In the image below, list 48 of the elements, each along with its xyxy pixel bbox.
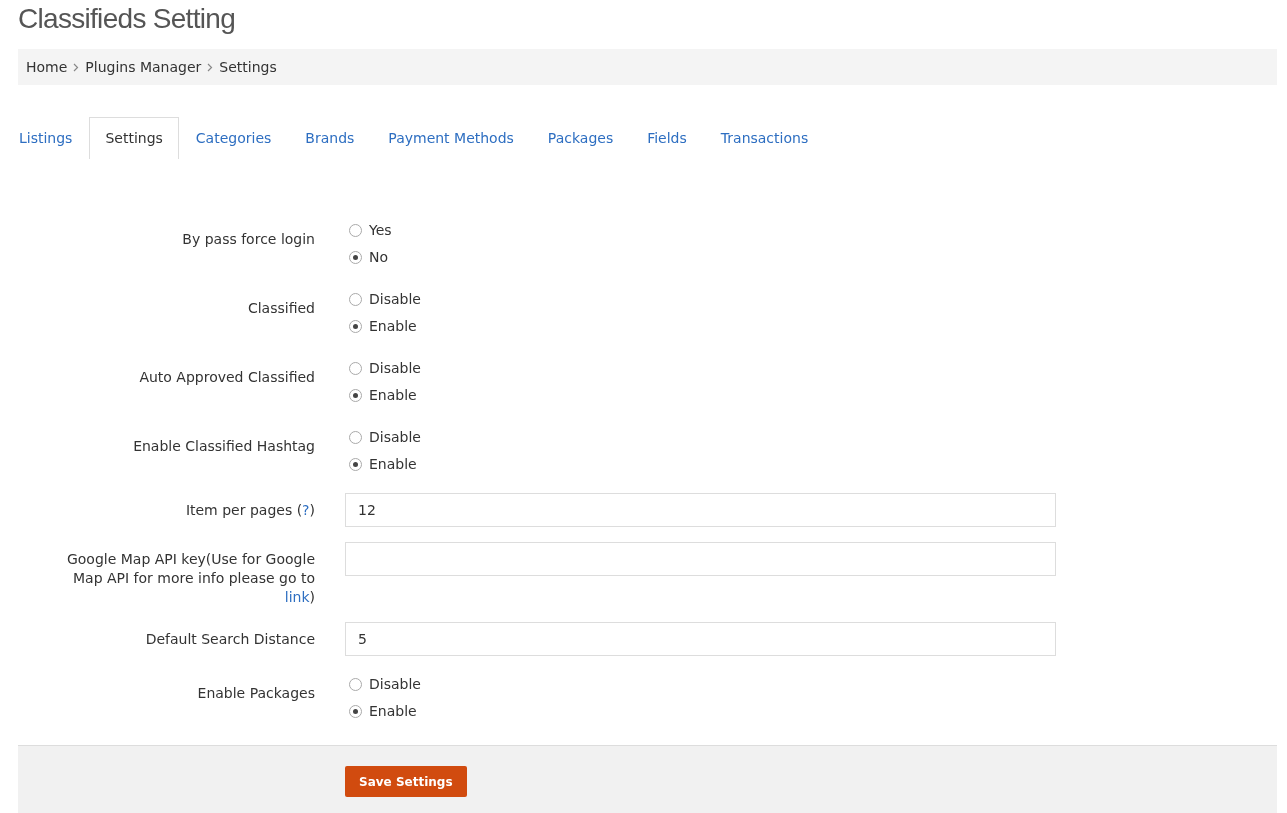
text-field[interactable]: 5: [345, 622, 1056, 656]
breadcrumb-link[interactable]: Settings: [219, 56, 277, 78]
radio-button[interactable]: [349, 458, 362, 471]
chevron-right-icon: [73, 62, 80, 72]
breadcrumb-link[interactable]: Plugins Manager: [85, 56, 202, 78]
radio-label: Disable: [369, 428, 421, 447]
setting-label: Auto Approved Classified: [138, 368, 315, 387]
radio-label: Disable: [369, 359, 421, 378]
tab[interactable]: Packages: [530, 117, 631, 159]
radio-button[interactable]: [349, 678, 362, 691]
radio-button[interactable]: [349, 389, 362, 402]
radio-button[interactable]: [349, 362, 362, 375]
setting-label: Enable Packages: [196, 684, 315, 703]
tab[interactable]: Categories: [178, 117, 289, 159]
radio-label: Disable: [369, 290, 421, 309]
setting-label: Default Search Distance: [144, 630, 315, 649]
help-link[interactable]: link: [284, 589, 310, 605]
save-button[interactable]: Save Settings: [345, 766, 467, 797]
tab[interactable]: Payment Methods: [371, 117, 531, 159]
help-link[interactable]: ?: [302, 502, 310, 518]
tab[interactable]: Transactions: [703, 117, 826, 159]
radio-button[interactable]: [349, 320, 362, 333]
text-field[interactable]: [345, 542, 1056, 576]
radio-button[interactable]: [349, 705, 362, 718]
tab[interactable]: Settings: [89, 117, 179, 159]
setting-label: Google Map API key(Use for Google Map API for more info please go to link): [65, 550, 315, 607]
radio-label: Enable: [369, 317, 417, 336]
chevron-right-icon: [207, 62, 214, 72]
tab[interactable]: Listings: [18, 117, 90, 159]
radio-label: Enable: [369, 455, 417, 474]
radio-button[interactable]: [349, 224, 362, 237]
text-field[interactable]: 12: [345, 493, 1056, 527]
radio-label: No: [369, 248, 389, 267]
radio-label: Enable: [369, 386, 417, 405]
radio-button[interactable]: [349, 293, 362, 306]
setting-label: By pass force login: [181, 230, 315, 249]
breadcrumb-link[interactable]: Home: [26, 56, 68, 78]
setting-label: Item per pages (?): [184, 501, 315, 520]
radio-button[interactable]: [349, 251, 362, 264]
tab[interactable]: Fields: [630, 117, 704, 159]
radio-button[interactable]: [349, 431, 362, 444]
page-title: Classifieds Setting: [18, 2, 237, 36]
setting-label: Enable Classified Hashtag: [132, 437, 315, 456]
setting-label: Classified: [246, 299, 315, 318]
radio-label: Disable: [369, 675, 421, 694]
tab[interactable]: Brands: [288, 117, 372, 159]
radio-label: Yes: [369, 221, 392, 240]
radio-label: Enable: [369, 702, 417, 721]
